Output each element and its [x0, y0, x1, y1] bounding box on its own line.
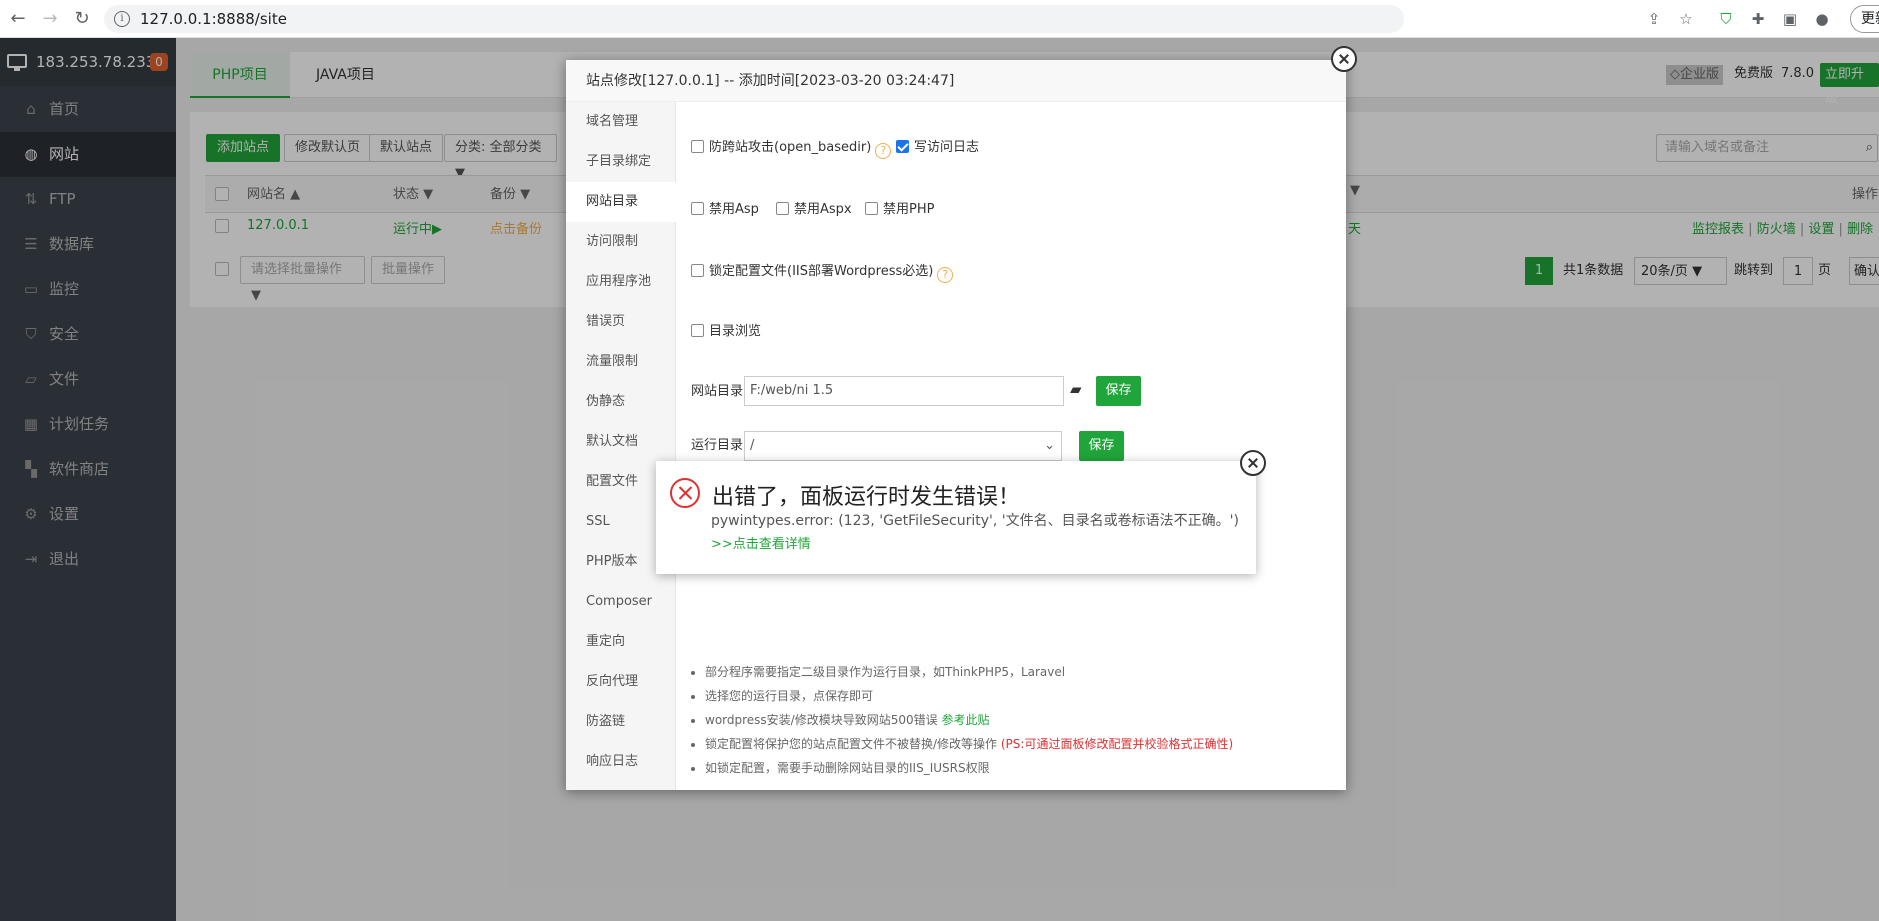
checkbox-label: 目录浏览	[709, 324, 762, 339]
site-dir-input[interactable]: F:/web/ni 1.5	[744, 376, 1064, 406]
write-log-checkbox[interactable]: 写访问日志	[896, 140, 979, 156]
modal-menu-item[interactable]: 流量限制	[566, 342, 676, 382]
checkbox-box[interactable]	[776, 202, 789, 215]
error-title: 出错了，面板运行时发生错误！	[712, 485, 1021, 510]
checkbox-label: 防跨站攻击(open_basedir)	[709, 140, 872, 155]
reload-icon[interactable]: ↻	[70, 7, 94, 31]
disable-asp-checkbox[interactable]: 禁用Asp	[691, 202, 759, 218]
address-bar[interactable]: i 127.0.0.1:8888/site	[104, 5, 1404, 33]
checkbox-box[interactable]	[691, 140, 704, 153]
modal-menu-item-site-dir[interactable]: 网站目录	[566, 182, 676, 222]
tip-warning: (PS:可通过面板修改配置并校验格式正确性)	[1000, 737, 1234, 751]
save-run-dir-button[interactable]: 保存	[1079, 431, 1124, 461]
checkbox-label: 禁用PHP	[883, 202, 935, 217]
close-modal-icon[interactable]	[1331, 46, 1357, 72]
browser-update-button[interactable]: 更新	[1850, 5, 1879, 33]
forward-icon[interactable]: →	[38, 7, 62, 31]
folder-icon[interactable]: ▰	[1070, 380, 1082, 398]
disable-php-checkbox[interactable]: 禁用PHP	[865, 202, 934, 218]
bookmark-star-icon[interactable]: ☆	[1676, 9, 1696, 29]
save-site-dir-button[interactable]: 保存	[1096, 376, 1141, 406]
modal-menu-item[interactable]: Composer	[566, 582, 676, 622]
modal-menu-item[interactable]: 默认文档	[566, 422, 676, 462]
checkbox-box-checked[interactable]	[896, 140, 909, 153]
checkbox-box[interactable]	[691, 264, 704, 277]
modal-menu-item[interactable]: 重定向	[566, 622, 676, 662]
site-dir-label: 网站目录	[691, 384, 744, 399]
error-message: pywintypes.error: (123, 'GetFileSecurity…	[711, 513, 1239, 529]
anti-xss-checkbox[interactable]: 防跨站攻击(open_basedir)?	[691, 140, 892, 159]
help-icon[interactable]: ?	[875, 143, 892, 159]
checkbox-label: 写访问日志	[914, 140, 980, 155]
tip-item: 选择您的运行目录，点保存即可	[705, 684, 1233, 708]
checkbox-label: 禁用Asp	[709, 202, 759, 217]
share-icon[interactable]: ⇪	[1644, 9, 1664, 29]
browser-toolbar: ← → ↻ i 127.0.0.1:8888/site ⇪ ☆ ⛉ ✚ ▣ ● …	[0, 0, 1879, 38]
chevron-down-icon: ⌄	[1044, 438, 1055, 453]
lock-config-checkbox[interactable]: 锁定配置文件(IIS部署Wordpress必选)?	[691, 264, 954, 283]
checkbox-box[interactable]	[865, 202, 878, 215]
profile-icon[interactable]: ●	[1812, 9, 1832, 29]
modal-title: 站点修改[127.0.0.1] -- 添加时间[2023-03-20 03:24…	[566, 60, 1346, 102]
tip-item: wordpress安装/修改模块导致网站500错误 参考此贴	[705, 708, 1233, 732]
run-dir-select[interactable]: / ⌄	[744, 431, 1062, 461]
dir-browse-checkbox[interactable]: 目录浏览	[691, 324, 761, 340]
checkbox-box[interactable]	[691, 202, 704, 215]
modal-menu-item[interactable]: 反向代理	[566, 662, 676, 702]
tip-text: wordpress安装/修改模块导致网站500错误	[705, 713, 938, 727]
shield-extension-icon[interactable]: ⛉	[1716, 9, 1736, 29]
checkbox-box[interactable]	[691, 324, 704, 337]
modal-menu-item[interactable]: 访问限制	[566, 222, 676, 262]
modal-menu-item[interactable]: 错误页	[566, 302, 676, 342]
checkbox-label: 禁用Aspx	[794, 202, 852, 217]
site-edit-modal: 站点修改[127.0.0.1] -- 添加时间[2023-03-20 03:24…	[566, 60, 1346, 790]
tips-list: 部分程序需要指定二级目录作为运行目录，如ThinkPHP5，Laravel 选择…	[691, 660, 1233, 780]
tip-item: 如锁定配置，需要手动删除网站目录的IIS_IUSRS权限	[705, 756, 1233, 780]
modal-menu-item[interactable]: 应用程序池	[566, 262, 676, 302]
site-info-icon[interactable]: i	[114, 11, 130, 27]
run-dir-label: 运行目录	[691, 438, 744, 453]
disable-aspx-checkbox[interactable]: 禁用Aspx	[776, 202, 852, 218]
error-details-link[interactable]: >>点击查看详情	[711, 533, 811, 552]
checkbox-label: 锁定配置文件(IIS部署Wordpress必选)	[709, 264, 934, 279]
tip-item: 部分程序需要指定二级目录作为运行目录，如ThinkPHP5，Laravel	[705, 660, 1233, 684]
side-panel-icon[interactable]: ▣	[1780, 9, 1800, 29]
url-text: 127.0.0.1:8888/site	[140, 10, 287, 28]
help-icon[interactable]: ?	[937, 267, 954, 283]
tip-item: 锁定配置将保护您的站点配置文件不被替换/修改等操作 (PS:可通过面板修改配置并…	[705, 732, 1233, 756]
modal-menu-item[interactable]: 域名管理	[566, 102, 676, 142]
modal-menu-item[interactable]: 防盗链	[566, 702, 676, 742]
reference-link[interactable]: 参考此贴	[941, 713, 989, 727]
tip-text: 锁定配置将保护您的站点配置文件不被替换/修改等操作	[705, 737, 998, 751]
back-icon[interactable]: ←	[6, 7, 30, 31]
modal-menu-item[interactable]: 子目录绑定	[566, 142, 676, 182]
run-dir-value: /	[750, 438, 755, 453]
modal-sidebar: 域名管理 子目录绑定 网站目录 访问限制 应用程序池 错误页 流量限制 伪静态 …	[566, 102, 676, 790]
extensions-icon[interactable]: ✚	[1748, 9, 1768, 29]
error-icon	[670, 478, 700, 508]
error-dialog: 出错了，面板运行时发生错误！ pywintypes.error: (123, '…	[656, 461, 1256, 574]
modal-menu-item[interactable]: 响应日志	[566, 742, 676, 782]
modal-menu-item[interactable]: 伪静态	[566, 382, 676, 422]
close-error-icon[interactable]	[1240, 450, 1266, 476]
